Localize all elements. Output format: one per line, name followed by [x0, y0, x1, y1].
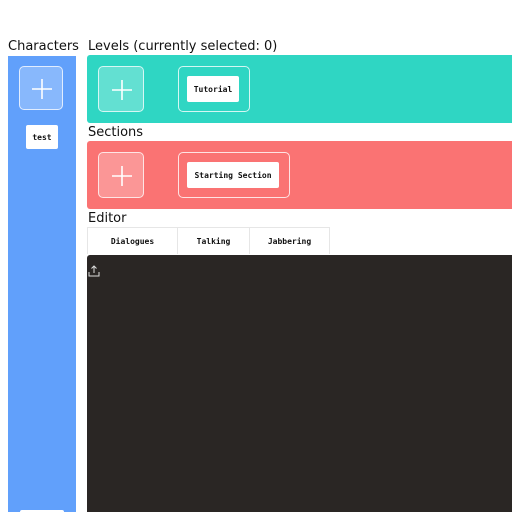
- sections-panel: Starting Section: [87, 141, 512, 209]
- plus-icon: [32, 79, 52, 99]
- add-level-button[interactable]: [98, 66, 144, 112]
- tab-talking[interactable]: Talking: [178, 227, 250, 254]
- plus-icon: [112, 166, 132, 186]
- characters-panel: test: [8, 56, 76, 512]
- plus-icon: [112, 80, 132, 100]
- add-character-button[interactable]: [19, 66, 63, 110]
- editor-canvas[interactable]: [87, 255, 512, 512]
- levels-panel: Tutorial: [87, 55, 512, 123]
- level-item-tutorial[interactable]: Tutorial: [187, 76, 239, 102]
- sections-title: Sections: [88, 125, 144, 140]
- tab-dialogues[interactable]: Dialogues: [87, 227, 178, 254]
- levels-title: Levels (currently selected: 0): [88, 39, 278, 54]
- app-root: Characters test Levels (currently select…: [0, 0, 512, 512]
- upload-icon[interactable]: [87, 264, 101, 278]
- section-item-starting-section[interactable]: Starting Section: [187, 162, 279, 188]
- editor-title: Editor: [88, 211, 127, 226]
- character-item-test[interactable]: test: [26, 125, 58, 149]
- level-item-frame[interactable]: Tutorial: [178, 66, 250, 112]
- tab-jabbering[interactable]: Jabbering: [250, 227, 330, 254]
- section-item-frame[interactable]: Starting Section: [178, 152, 290, 198]
- editor-tabs: Dialogues Talking Jabbering: [87, 227, 330, 255]
- characters-title: Characters: [8, 39, 79, 54]
- add-section-button[interactable]: [98, 152, 144, 198]
